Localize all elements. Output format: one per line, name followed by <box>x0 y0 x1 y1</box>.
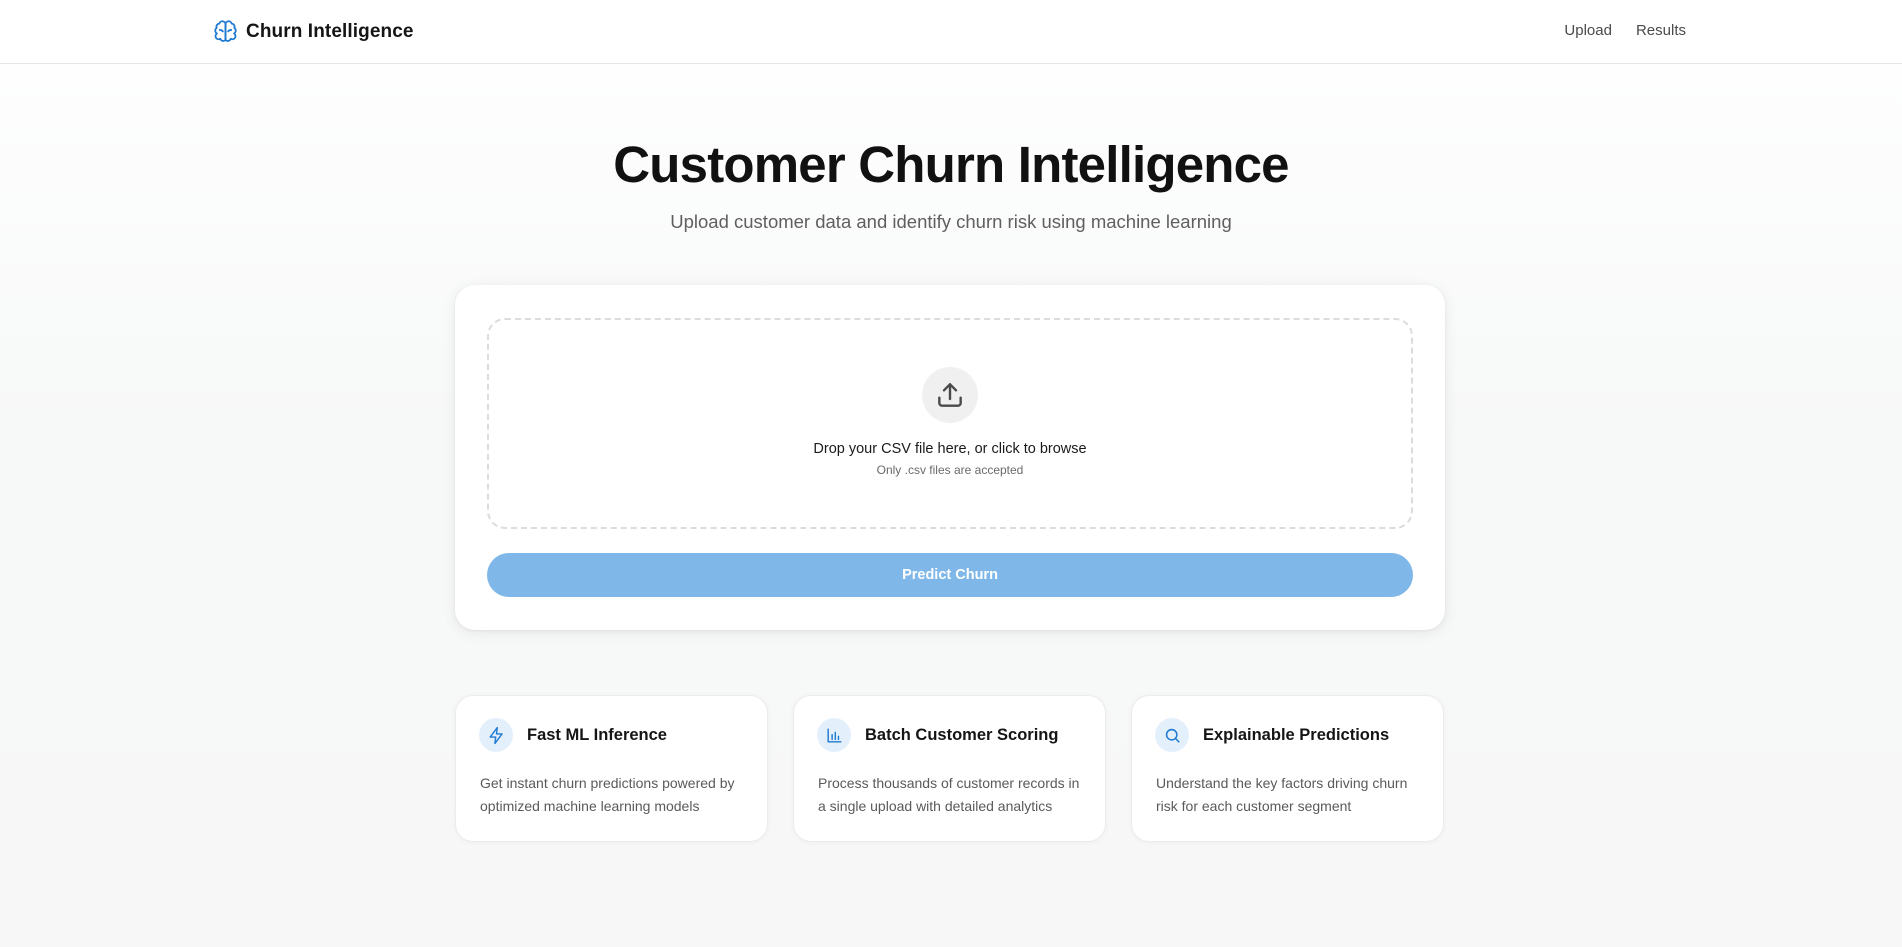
brain-icon <box>214 20 237 42</box>
dropzone-title: Drop your CSV file here, or click to bro… <box>813 441 1087 457</box>
nav-link-results[interactable]: Results <box>1636 22 1686 39</box>
feature-description: Get instant churn predictions powered by… <box>480 775 735 814</box>
page-subtitle: Upload customer data and identify churn … <box>670 211 1232 232</box>
dropzone-hint: Only .csv files are accepted <box>876 463 1024 477</box>
bar-chart-icon <box>826 727 842 743</box>
upload-icon-badge <box>922 367 978 423</box>
feature-title: Explainable Predictions <box>1203 726 1390 744</box>
feature-icon-badge <box>817 718 851 752</box>
page-title: Customer Churn Intelligence <box>613 136 1289 193</box>
main-nav: Upload Results <box>1564 22 1686 39</box>
lightning-icon <box>488 726 503 744</box>
feature-card-batch-scoring: Batch Customer Scoring Process thousands… <box>793 695 1106 842</box>
feature-card-fast-inference: Fast ML Inference Get instant churn pred… <box>455 695 768 842</box>
upload-icon <box>938 383 962 407</box>
feature-icon-badge <box>479 718 513 752</box>
nav-link-upload[interactable]: Upload <box>1564 22 1612 39</box>
top-navbar: Churn Intelligence Upload Results <box>0 0 1902 64</box>
feature-description: Process thousands of customer records in… <box>818 775 1080 814</box>
brand-logo[interactable]: Churn Intelligence <box>213 19 414 44</box>
feature-title: Fast ML Inference <box>527 726 667 744</box>
csv-dropzone[interactable]: Drop your CSV file here, or click to bro… <box>487 318 1413 529</box>
feature-card-explainable: Explainable Predictions Understand the k… <box>1131 695 1444 842</box>
predict-churn-button[interactable]: Predict Churn <box>487 553 1413 597</box>
feature-description: Understand the key factors driving churn… <box>1156 775 1408 814</box>
feature-title: Batch Customer Scoring <box>865 726 1059 744</box>
search-icon <box>1165 728 1180 743</box>
brand-name: Churn Intelligence <box>246 20 414 42</box>
feature-icon-badge <box>1155 718 1189 752</box>
upload-card: Drop your CSV file here, or click to bro… <box>455 285 1445 630</box>
